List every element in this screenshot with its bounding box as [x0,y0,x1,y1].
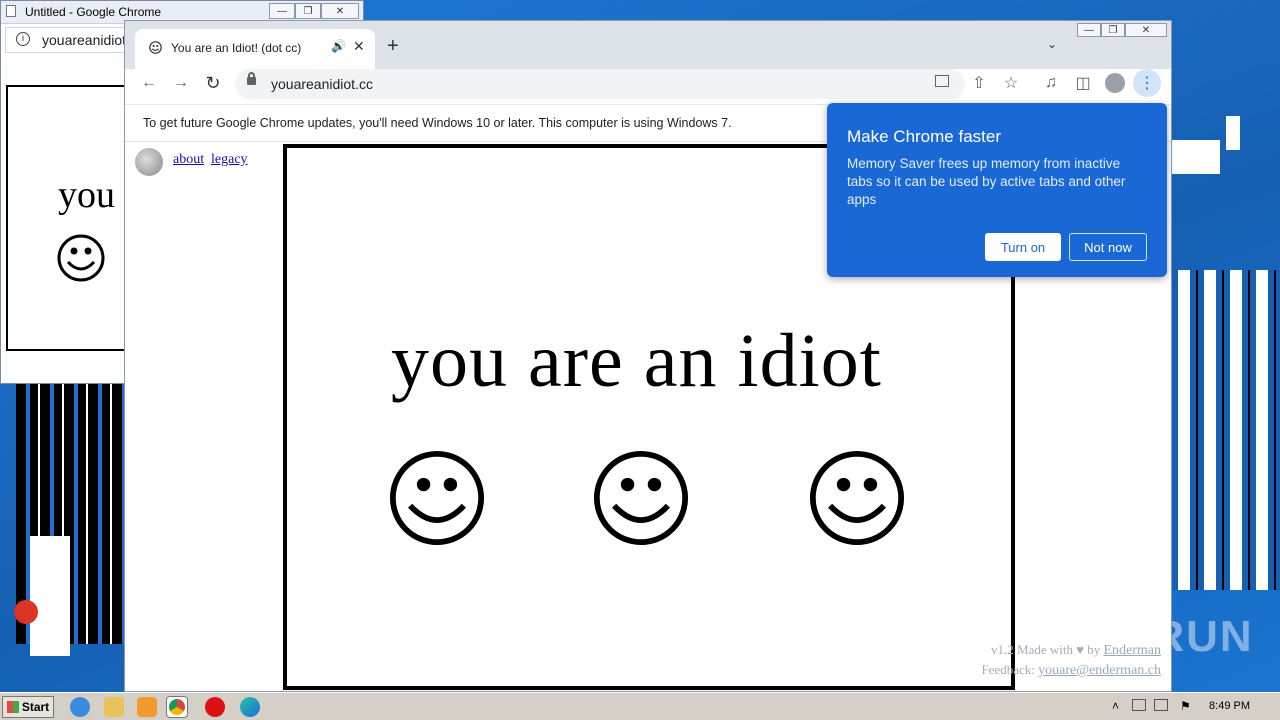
smiley-icon [389,450,485,546]
menu-kebab-icon[interactable]: ⋮ [1133,69,1161,97]
author-link[interactable]: Enderman [1103,643,1161,658]
legacy-link[interactable]: legacy [211,152,248,168]
start-label: Start [21,700,50,714]
minimize-button[interactable]: — [1077,23,1101,37]
taskbar: Start ˄ ⚑ 8:49 PM [0,692,1280,720]
tray-flag-icon[interactable]: ⚑ [1180,699,1191,713]
glitch-artifact [30,536,70,656]
background-page-frame: you [6,85,130,351]
tab-search-chevron-icon[interactable]: ⌄ [1047,37,1057,51]
feedback-label: Feedback: [981,662,1035,677]
close-button[interactable]: ✕ [321,3,359,19]
restore-button[interactable]: ❐ [295,3,321,19]
by-text: by [1087,642,1101,657]
glitch-artifact [1226,116,1240,150]
address-bar[interactable]: youareanidiot.cc [235,69,965,99]
internet-explorer-icon[interactable] [70,697,90,717]
profile-avatar-icon[interactable] [1105,73,1125,93]
blocked-popup-icon[interactable] [935,75,949,87]
smiley-icon [57,234,105,282]
background-page-text: you [58,174,115,216]
desktop-icon[interactable] [14,600,38,624]
smiley-favicon-icon [149,41,162,54]
tab-active[interactable]: You are an Idiot! (dot cc) 🔊 ✕ [135,29,375,69]
about-link[interactable]: about [173,152,204,168]
tab-title: You are an Idiot! (dot cc) [171,41,302,55]
background-window-title: Untitled - Google Chrome [25,5,162,19]
feedback-email-link[interactable]: youare@enderman.ch [1038,663,1161,678]
opera-icon[interactable] [205,697,225,717]
reload-button[interactable]: ↻ [199,69,227,97]
tray-network-icon[interactable] [1132,699,1146,711]
chrome-taskbar-icon[interactable] [166,696,188,718]
info-icon: i [16,32,30,46]
forward-button[interactable]: → [167,69,195,97]
media-player-icon[interactable] [137,697,157,717]
start-button[interactable]: Start [2,696,54,718]
infobar-text: To get future Google Chrome updates, you… [143,116,732,130]
lock-shackle [248,72,255,79]
close-button[interactable]: ✕ [1125,23,1167,37]
tab-strip: You are an Idiot! (dot cc) 🔊 ✕ + ⌄ — ❐ ✕ [125,21,1171,69]
speaker-icon[interactable] [135,148,163,176]
not-now-button[interactable]: Not now [1069,233,1147,261]
glitch-artifact [1172,270,1280,590]
glitch-artifact [1172,140,1220,174]
made-with-text: Made with [1017,642,1073,657]
memory-saver-popup: Make Chrome faster Memory Saver frees up… [827,103,1167,277]
restore-button[interactable]: ❐ [1101,23,1125,37]
background-address-bar[interactable]: i youareanidiot.cc [5,27,144,53]
speaker-icon[interactable]: 🔊 [331,39,346,53]
version-text: v1.2 [991,642,1014,657]
edge-icon[interactable] [240,697,260,717]
popup-body: Memory Saver frees up memory from inacti… [847,156,1126,207]
toolbar: ← → ↻ youareanidiot.cc ⇧ ☆ ♫ ◫ ⋮ [125,69,1171,103]
clock[interactable]: 8:49 PM [1209,700,1250,712]
popup-title: Make Chrome faster [847,127,1001,146]
tab-close-icon[interactable]: ✕ [353,38,365,55]
back-button[interactable]: ← [135,69,163,97]
windows-logo-icon [6,701,19,713]
turn-on-button[interactable]: Turn on [985,233,1061,261]
heart-icon: ♥ [1076,642,1084,657]
file-explorer-icon[interactable] [104,697,124,717]
url-text: youareanidiot.cc [271,76,373,92]
footer-feedback: Feedback: youare@enderman.ch [981,662,1161,679]
footer-credit: v1.2 Made with ♥ by Enderman [991,642,1161,659]
headline-text: you are an idiot [391,319,882,403]
smiley-icon [809,450,905,546]
side-panel-icon[interactable]: ◫ [1069,69,1097,97]
smiley-icon [593,450,689,546]
share-icon[interactable]: ⇧ [965,69,993,97]
minimize-button[interactable]: — [269,3,295,19]
media-control-icon[interactable]: ♫ [1037,69,1065,97]
new-tab-button[interactable]: + [387,35,399,58]
bookmark-star-icon[interactable]: ☆ [997,69,1025,97]
page-icon [6,5,16,17]
tray-display-icon[interactable] [1154,699,1168,711]
tray-expand-icon[interactable]: ˄ [1112,699,1119,713]
